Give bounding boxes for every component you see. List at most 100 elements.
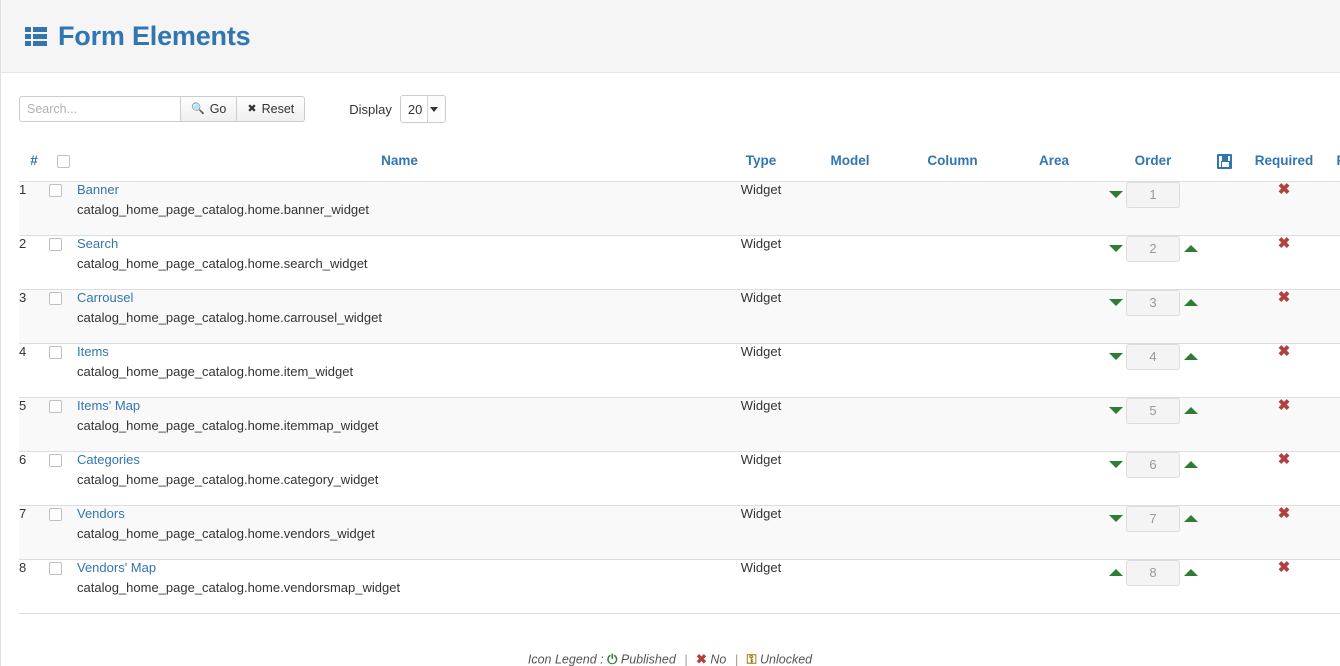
row-checkbox[interactable] [49, 400, 62, 413]
order-input[interactable] [1126, 181, 1180, 208]
element-name-link[interactable]: Banner [77, 182, 722, 198]
row-published-cell [1323, 451, 1340, 506]
move-up-button[interactable] [1184, 512, 1198, 525]
row-area [1005, 181, 1103, 236]
search-go-label: Go [209, 102, 227, 116]
required-no-icon[interactable]: ✖ [1278, 344, 1291, 359]
move-down-button[interactable] [1109, 404, 1123, 417]
required-no-icon[interactable]: ✖ [1278, 290, 1291, 305]
display-label: Display [349, 101, 392, 117]
move-down-button[interactable] [1109, 512, 1123, 525]
toolbar: 🔍 Go ✖ Reset Display 20 [1, 73, 1340, 129]
table-row: 8 Vendors' Map catalog_home_page_catalog.h… [19, 559, 1340, 614]
display-count-value: 20 [407, 101, 423, 117]
th-column[interactable]: Column [900, 143, 1005, 182]
search-reset-button[interactable]: ✖ Reset [236, 96, 306, 122]
table-body: 1 Banner catalog_home_page_catalog.home.ba… [19, 181, 1340, 614]
save-icon[interactable] [1216, 153, 1232, 169]
element-name-link[interactable]: Categories [77, 452, 722, 468]
required-no-icon[interactable]: ✖ [1278, 236, 1291, 251]
element-name-link[interactable]: Items' Map [77, 398, 722, 414]
th-type[interactable]: Type [722, 143, 800, 182]
element-name-link[interactable]: Search [77, 236, 722, 252]
search-input[interactable] [19, 96, 181, 122]
move-up-button[interactable] [1184, 404, 1198, 417]
row-checkbox[interactable] [49, 562, 62, 575]
th-required[interactable]: Required [1245, 143, 1323, 182]
move-down-button[interactable] [1109, 242, 1123, 255]
required-no-icon[interactable]: ✖ [1278, 560, 1291, 575]
th-model[interactable]: Model [800, 143, 900, 182]
row-name-cell: Carrousel catalog_home_page_catalog.home.… [77, 289, 722, 344]
move-down-button[interactable] [1109, 188, 1123, 201]
order-input[interactable] [1126, 235, 1180, 262]
row-required-cell: ✖ [1245, 505, 1323, 560]
element-name-link[interactable]: Carrousel [77, 290, 722, 306]
element-code: catalog_home_page_catalog.home.banner_wi… [77, 201, 369, 217]
legend-separator-1: | [684, 652, 688, 666]
move-up-button[interactable] [1184, 350, 1198, 363]
row-required-cell: ✖ [1245, 559, 1323, 614]
th-published[interactable]: P [1323, 143, 1340, 182]
required-no-icon[interactable]: ✖ [1278, 182, 1291, 197]
row-type: Widget [722, 397, 800, 452]
move-up-button[interactable] [1184, 296, 1198, 309]
row-type: Widget [722, 235, 800, 290]
order-input[interactable] [1126, 289, 1180, 316]
chevron-down-icon [426, 96, 441, 122]
row-order-cell [1103, 235, 1203, 290]
row-order-cell [1103, 343, 1203, 398]
order-input[interactable] [1126, 343, 1180, 370]
required-no-icon[interactable]: ✖ [1278, 452, 1291, 467]
select-all-checkbox[interactable] [56, 155, 70, 169]
move-down-button[interactable] [1109, 458, 1123, 471]
legend-label: Icon Legend : [527, 652, 604, 666]
row-name-cell: Banner catalog_home_page_catalog.home.ban… [77, 181, 722, 236]
row-order-cell [1103, 559, 1203, 614]
order-input[interactable] [1126, 451, 1180, 478]
page-header: Form Elements [0, 0, 1340, 73]
row-checkbox[interactable] [49, 184, 62, 197]
row-required-cell: ✖ [1245, 343, 1323, 398]
move-down-button[interactable] [1109, 296, 1123, 309]
row-select-cell [49, 397, 77, 452]
display-count-select[interactable]: 20 [399, 95, 446, 123]
element-name-link[interactable]: Vendors [77, 506, 722, 522]
content-area: 🔍 Go ✖ Reset Display 20 [0, 73, 1340, 666]
row-published-cell [1323, 289, 1340, 344]
element-name-link[interactable]: Vendors' Map [77, 560, 722, 576]
search-go-button[interactable]: 🔍 Go [180, 96, 238, 122]
row-area [1005, 343, 1103, 398]
page-title-text: Form Elements [58, 20, 251, 51]
move-up-button[interactable] [1184, 458, 1198, 471]
row-published-cell [1323, 505, 1340, 560]
th-save[interactable] [1203, 143, 1245, 182]
required-no-icon[interactable]: ✖ [1278, 506, 1291, 521]
th-name[interactable]: Name [77, 143, 722, 182]
row-published-cell [1323, 559, 1340, 614]
row-checkbox[interactable] [49, 454, 62, 467]
row-name-cell: Search catalog_home_page_catalog.home.sea… [77, 235, 722, 290]
legend-separator-2: | [734, 652, 739, 666]
row-select-cell [49, 505, 77, 560]
move-top-button[interactable] [1184, 566, 1198, 579]
row-checkbox[interactable] [49, 508, 62, 521]
row-checkbox[interactable] [49, 346, 62, 359]
row-model [800, 289, 900, 344]
required-no-icon[interactable]: ✖ [1278, 398, 1291, 413]
list-icon [25, 26, 47, 46]
th-area[interactable]: Area [1005, 143, 1103, 182]
move-down-button[interactable] [1109, 350, 1123, 363]
move-up-button[interactable] [1184, 242, 1198, 255]
move-up-button[interactable] [1109, 566, 1123, 579]
order-input[interactable] [1126, 559, 1180, 586]
order-input[interactable] [1126, 397, 1180, 424]
row-checkbox[interactable] [49, 238, 62, 251]
row-checkbox[interactable] [49, 292, 62, 305]
row-order-cell [1103, 505, 1203, 560]
row-column [900, 559, 1005, 614]
order-input[interactable] [1126, 505, 1180, 532]
th-order[interactable]: Order [1103, 143, 1203, 182]
row-select-cell [49, 289, 77, 344]
element-name-link[interactable]: Items [77, 344, 722, 360]
